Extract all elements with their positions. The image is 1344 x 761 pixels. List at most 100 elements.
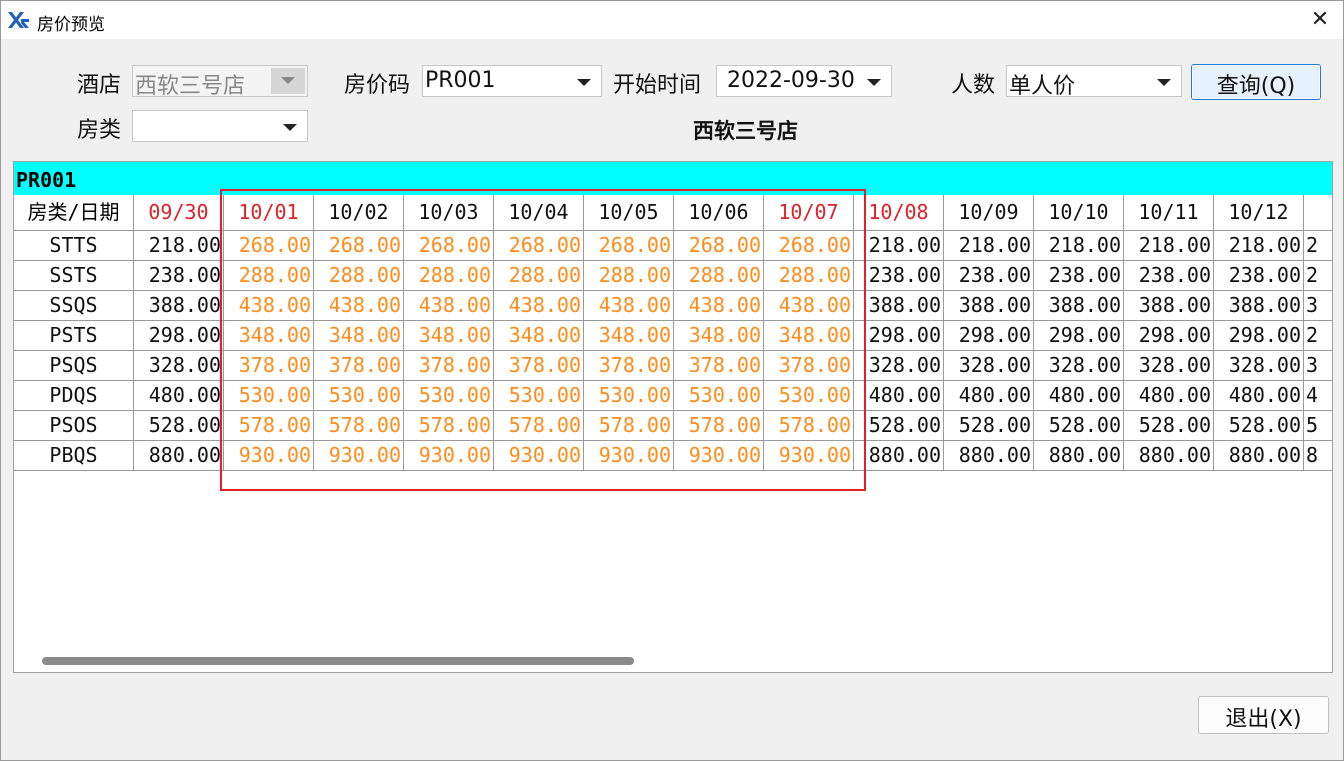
rate-cell[interactable]: 268.00 xyxy=(224,231,314,261)
close-icon[interactable]: ✕ xyxy=(1297,1,1343,39)
rate-cell[interactable]: 348.00 xyxy=(224,321,314,351)
rate-cell[interactable]: 268.00 xyxy=(674,231,764,261)
rate-cell[interactable]: 328.00 xyxy=(1214,351,1304,381)
rate-cell[interactable]: 328.00 xyxy=(854,351,944,381)
rate-cell[interactable]: 480.00 xyxy=(134,381,224,411)
rate-code-select[interactable]: PR001 xyxy=(422,65,602,97)
date-column-header[interactable]: 10/10 xyxy=(1034,195,1124,231)
rate-cell[interactable]: 528.00 xyxy=(1034,411,1124,441)
rate-cell[interactable]: 378.00 xyxy=(674,351,764,381)
rate-cell[interactable]: 480.00 xyxy=(944,381,1034,411)
rate-cell[interactable]: 3 xyxy=(1304,291,1332,321)
rate-cell[interactable]: 880.00 xyxy=(134,441,224,471)
rate-cell[interactable]: 218.00 xyxy=(134,231,224,261)
rate-cell[interactable]: 438.00 xyxy=(764,291,854,321)
rate-cell[interactable]: 348.00 xyxy=(674,321,764,351)
rate-cell[interactable]: 298.00 xyxy=(134,321,224,351)
rate-cell[interactable]: 530.00 xyxy=(404,381,494,411)
rate-cell[interactable]: 348.00 xyxy=(404,321,494,351)
room-type-row-header[interactable]: STTS xyxy=(14,231,134,261)
room-type-row-header[interactable]: PBQS xyxy=(14,441,134,471)
date-column-header[interactable]: 10/06 xyxy=(674,195,764,231)
rate-cell[interactable]: 2 xyxy=(1304,231,1332,261)
rate-cell[interactable]: 238.00 xyxy=(1034,261,1124,291)
rate-grid[interactable]: PR001 房类/日期 09/30 10/01 10/02 10/03 10/04 10/0… xyxy=(13,161,1333,673)
rate-cell[interactable]: 530.00 xyxy=(764,381,854,411)
rate-cell[interactable]: 288.00 xyxy=(764,261,854,291)
room-type-row-header[interactable]: PSOS xyxy=(14,411,134,441)
rate-cell[interactable]: 528.00 xyxy=(134,411,224,441)
horizontal-scrollbar-thumb[interactable] xyxy=(42,657,634,665)
rate-cell[interactable]: 388.00 xyxy=(944,291,1034,321)
rate-cell[interactable]: 348.00 xyxy=(584,321,674,351)
rate-cell[interactable]: 578.00 xyxy=(494,411,584,441)
rate-cell[interactable]: 2 xyxy=(1304,321,1332,351)
rate-cell[interactable]: 378.00 xyxy=(404,351,494,381)
rate-cell[interactable]: 930.00 xyxy=(764,441,854,471)
rate-cell[interactable]: 288.00 xyxy=(404,261,494,291)
rate-cell[interactable]: 328.00 xyxy=(134,351,224,381)
rate-cell[interactable]: 348.00 xyxy=(314,321,404,351)
chevron-down-icon[interactable] xyxy=(1157,79,1171,86)
rate-cell[interactable]: 328.00 xyxy=(1034,351,1124,381)
rate-cell[interactable]: 298.00 xyxy=(1124,321,1214,351)
rate-cell[interactable]: 268.00 xyxy=(764,231,854,261)
date-column-header[interactable]: 1 xyxy=(1304,195,1332,231)
rate-cell[interactable]: 378.00 xyxy=(314,351,404,381)
rate-cell[interactable]: 438.00 xyxy=(224,291,314,321)
rate-cell[interactable]: 378.00 xyxy=(764,351,854,381)
rate-cell[interactable]: 530.00 xyxy=(224,381,314,411)
rate-cell[interactable]: 378.00 xyxy=(494,351,584,381)
date-column-header[interactable]: 10/08 xyxy=(854,195,944,231)
rate-cell[interactable]: 930.00 xyxy=(314,441,404,471)
rate-cell[interactable]: 238.00 xyxy=(1214,261,1304,291)
date-column-header[interactable]: 10/05 xyxy=(584,195,674,231)
rate-cell[interactable]: 880.00 xyxy=(1124,441,1214,471)
rate-cell[interactable]: 378.00 xyxy=(584,351,674,381)
rate-cell[interactable]: 218.00 xyxy=(944,231,1034,261)
room-type-row-header[interactable]: PDQS xyxy=(14,381,134,411)
chevron-down-icon[interactable] xyxy=(867,79,881,86)
rate-cell[interactable]: 578.00 xyxy=(314,411,404,441)
rate-cell[interactable]: 388.00 xyxy=(1214,291,1304,321)
rate-cell[interactable]: 4 xyxy=(1304,381,1332,411)
rate-cell[interactable]: 480.00 xyxy=(1034,381,1124,411)
start-date-picker[interactable]: 2022-09-30 xyxy=(716,65,892,97)
rate-cell[interactable]: 530.00 xyxy=(584,381,674,411)
exit-button[interactable]: 退出(X) xyxy=(1198,696,1329,734)
room-type-row-header[interactable]: PSTS xyxy=(14,321,134,351)
rate-cell[interactable]: 438.00 xyxy=(584,291,674,321)
rate-cell[interactable]: 298.00 xyxy=(854,321,944,351)
rate-cell[interactable]: 438.00 xyxy=(494,291,584,321)
rate-cell[interactable]: 388.00 xyxy=(134,291,224,321)
rate-cell[interactable]: 880.00 xyxy=(854,441,944,471)
rate-cell[interactable]: 238.00 xyxy=(944,261,1034,291)
rate-cell[interactable]: 930.00 xyxy=(674,441,764,471)
room-type-select[interactable] xyxy=(132,110,308,142)
rate-cell[interactable]: 530.00 xyxy=(314,381,404,411)
query-button[interactable]: 查询(Q) xyxy=(1191,64,1321,100)
rate-cell[interactable]: 268.00 xyxy=(314,231,404,261)
rate-cell[interactable]: 288.00 xyxy=(494,261,584,291)
rate-cell[interactable]: 298.00 xyxy=(944,321,1034,351)
persons-select[interactable]: 单人价 xyxy=(1006,65,1182,99)
room-type-row-header[interactable]: PSQS xyxy=(14,351,134,381)
rate-cell[interactable]: 578.00 xyxy=(224,411,314,441)
rate-cell[interactable]: 288.00 xyxy=(584,261,674,291)
rate-cell[interactable]: 298.00 xyxy=(1034,321,1124,351)
rate-cell[interactable]: 288.00 xyxy=(674,261,764,291)
rate-cell[interactable]: 528.00 xyxy=(854,411,944,441)
rate-cell[interactable]: 480.00 xyxy=(1214,381,1304,411)
rate-cell[interactable]: 238.00 xyxy=(854,261,944,291)
rate-cell[interactable]: 578.00 xyxy=(674,411,764,441)
date-column-header[interactable]: 10/09 xyxy=(944,195,1034,231)
rate-cell[interactable]: 930.00 xyxy=(404,441,494,471)
rate-cell[interactable]: 238.00 xyxy=(1124,261,1214,291)
rate-cell[interactable]: 530.00 xyxy=(494,381,584,411)
rate-cell[interactable]: 480.00 xyxy=(854,381,944,411)
rate-cell[interactable]: 218.00 xyxy=(1034,231,1124,261)
chevron-down-icon[interactable] xyxy=(577,79,591,86)
rate-cell[interactable]: 268.00 xyxy=(494,231,584,261)
rate-cell[interactable]: 388.00 xyxy=(1034,291,1124,321)
rate-cell[interactable]: 930.00 xyxy=(224,441,314,471)
